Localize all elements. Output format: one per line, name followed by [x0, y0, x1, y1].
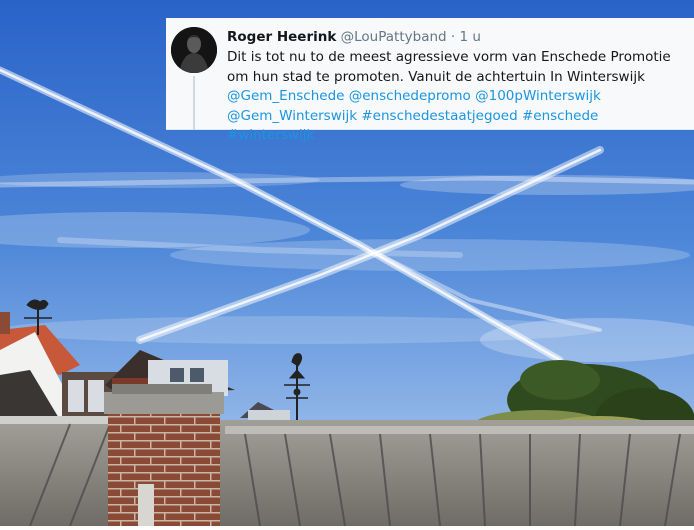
- tweet-card[interactable]: Roger Heerink @LouPattyband · 1 u Dit is…: [166, 18, 694, 143]
- avatar[interactable]: [171, 27, 217, 73]
- mention-link[interactable]: @Gem_Winterswijk: [227, 108, 357, 124]
- wooden-fence: [0, 416, 694, 527]
- tweet-time[interactable]: 1 u: [459, 29, 480, 45]
- mention-link[interactable]: @enschedepromo: [349, 88, 471, 104]
- thread-line: [193, 76, 195, 130]
- author-handle[interactable]: @LouPattyband: [341, 29, 447, 45]
- separator: ·: [450, 29, 456, 45]
- person-profile-photo-icon: [171, 27, 217, 73]
- tweet-text-body: Dit is tot nu to de meest agressieve vor…: [227, 49, 671, 85]
- hashtag-link[interactable]: #winterswijk: [227, 127, 314, 143]
- tweet-text: Dit is tot nu to de meest agressieve vor…: [227, 48, 689, 146]
- tweet-header: Roger Heerink @LouPattyband · 1 u: [227, 28, 481, 46]
- author-name[interactable]: Roger Heerink: [227, 29, 336, 45]
- hashtag-link[interactable]: #enschede: [522, 108, 598, 124]
- hashtag-link[interactable]: #enschedestaatjegoed: [361, 108, 517, 124]
- mention-link[interactable]: @100pWinterswijk: [475, 88, 601, 104]
- mention-link[interactable]: @Gem_Enschede: [227, 88, 344, 104]
- brick-chimney: [104, 384, 224, 526]
